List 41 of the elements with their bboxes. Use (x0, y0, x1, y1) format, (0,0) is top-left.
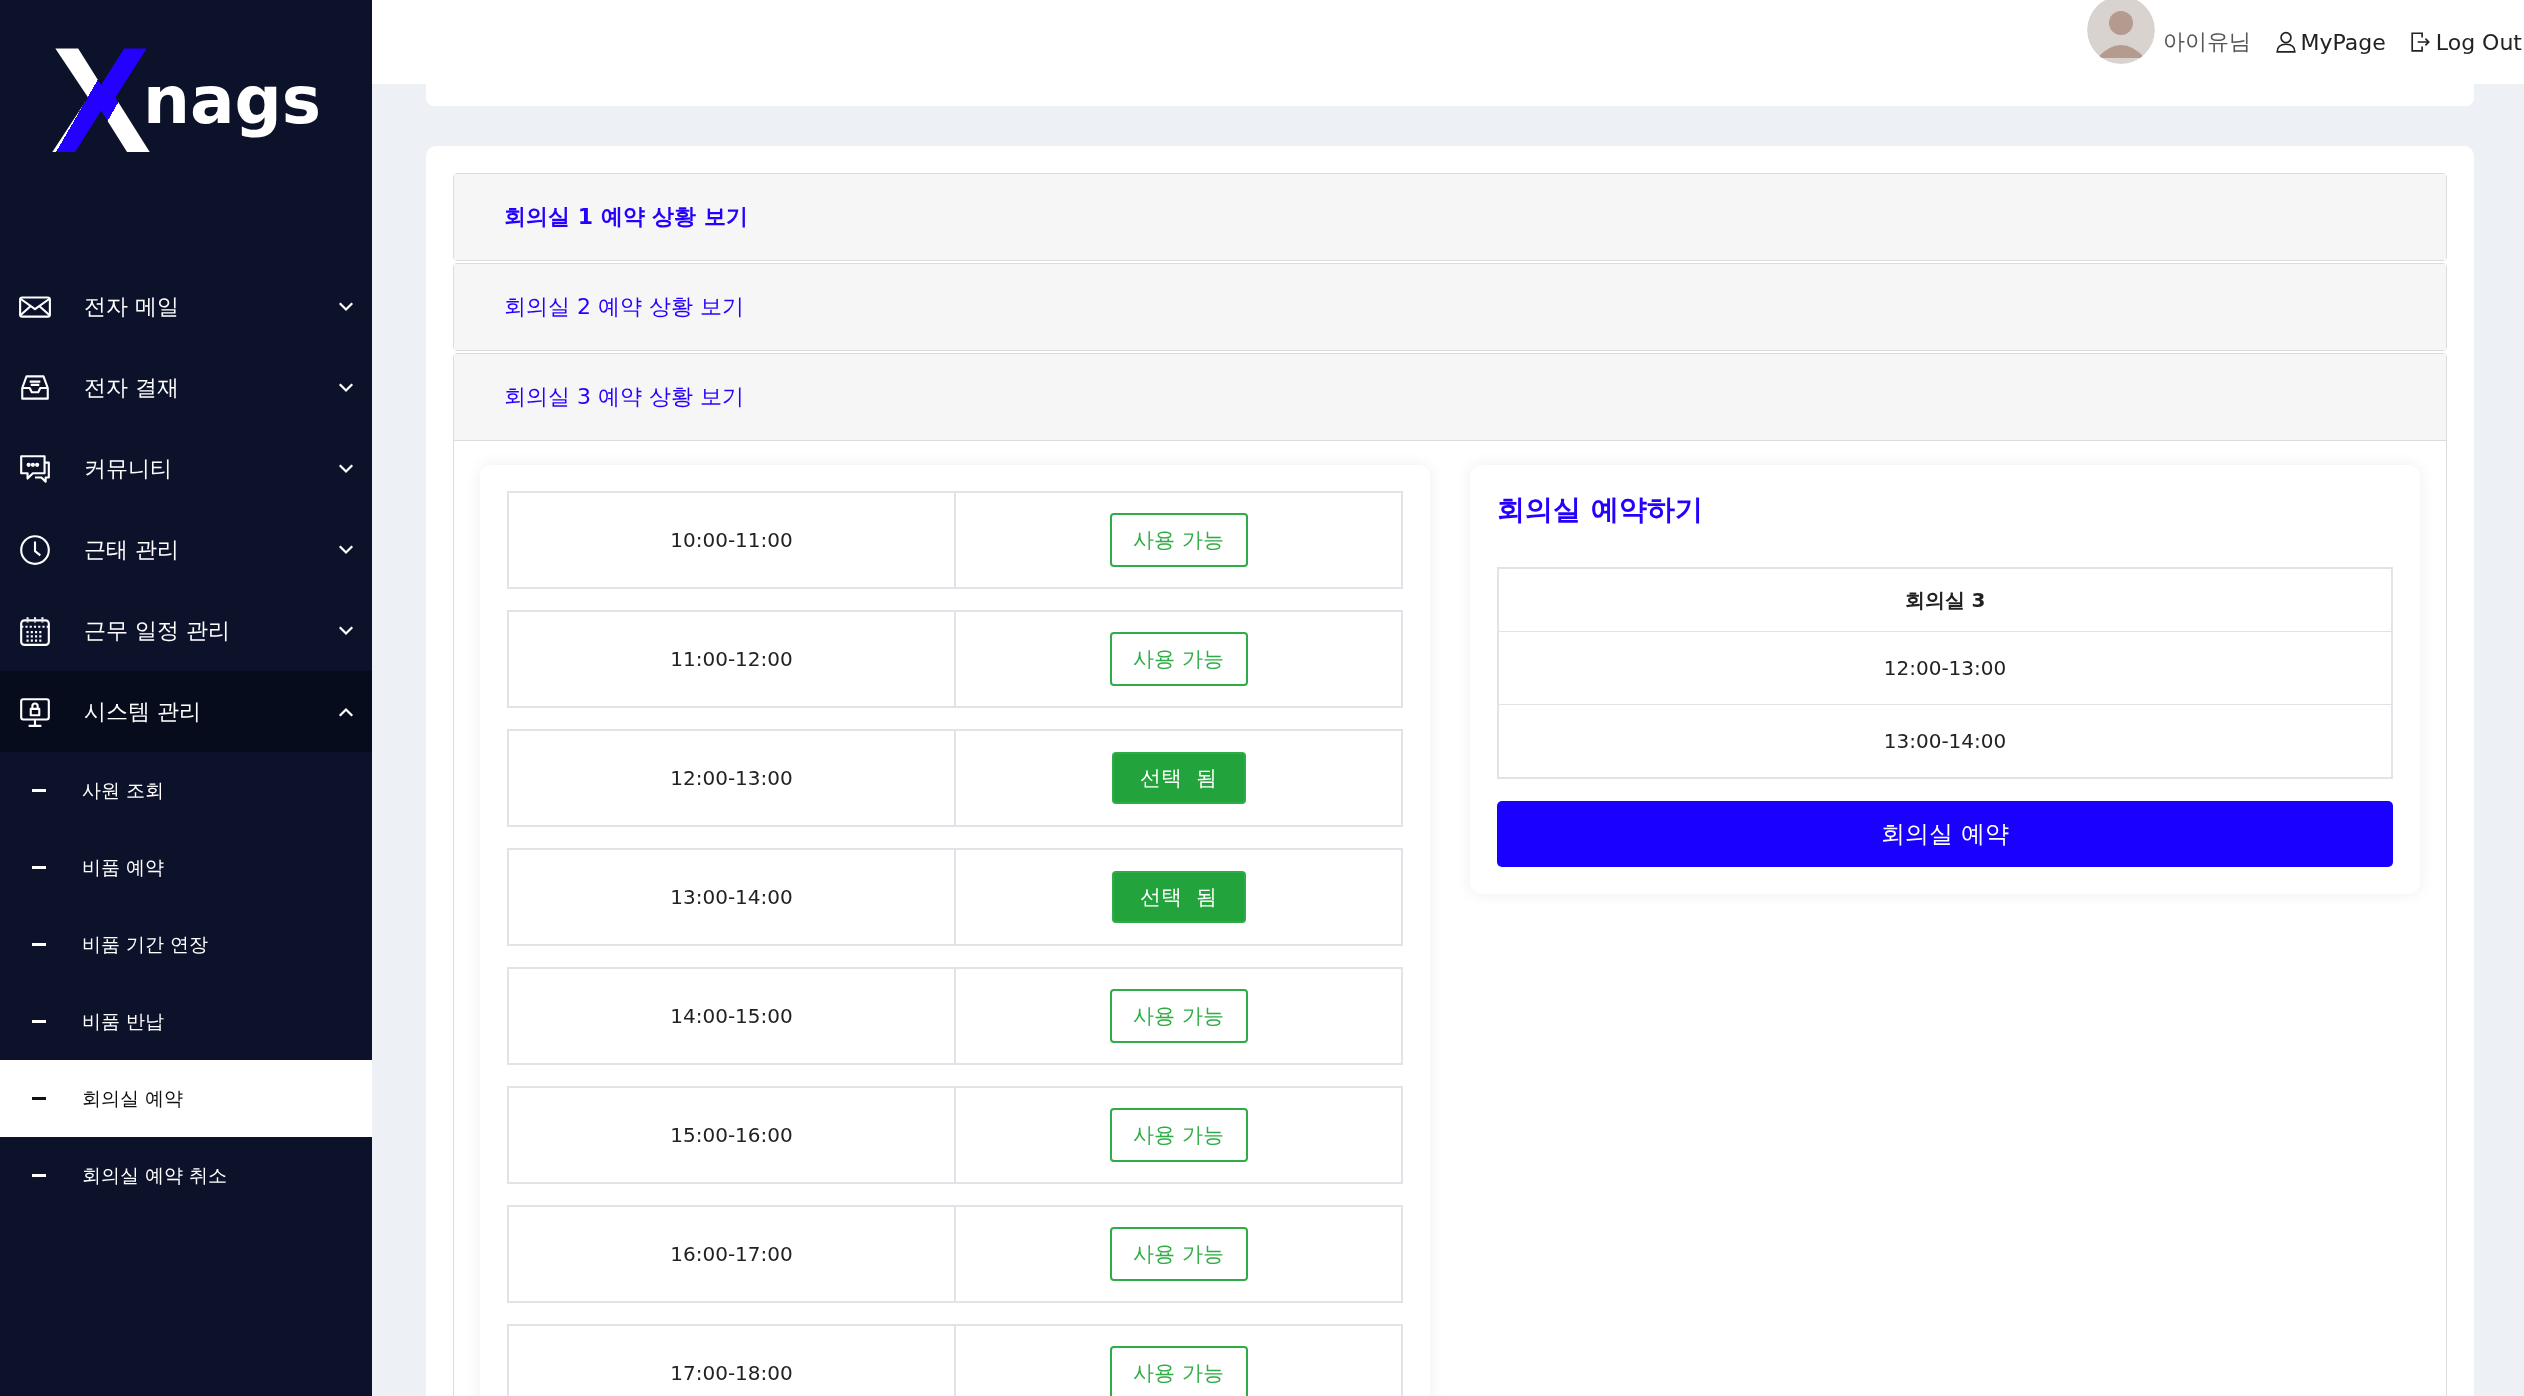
clock-icon (18, 532, 52, 567)
time-cell: 12:00-13:00 (509, 731, 956, 825)
chevron-icon (338, 463, 354, 474)
submenu-item[interactable]: 비품 기간 연장 (0, 906, 372, 983)
menu-item[interactable]: 시스템 관리 (0, 671, 372, 752)
submenu-item[interactable]: 회의실 예약 취소 (0, 1137, 372, 1214)
menu-item[interactable]: 근태 관리 (0, 509, 372, 590)
time-cell: 14:00-15:00 (509, 969, 956, 1063)
chevron-icon (338, 382, 354, 393)
mypage-link[interactable]: MyPage (2274, 29, 2386, 55)
menu-item[interactable]: 전자 결재 (0, 347, 372, 428)
time-cell: 10:00-11:00 (509, 493, 956, 587)
submenu-item[interactable]: 비품 예약 (0, 829, 372, 906)
menu-item[interactable]: 커뮤니티 (0, 428, 372, 509)
avatar (2086, 0, 2155, 64)
chevron-icon (338, 625, 354, 636)
menu-item[interactable]: 근무 일정 관리 (0, 590, 372, 671)
time-cell: 12:00-13:00 (1499, 631, 2391, 704)
time-cell: 13:00-14:00 (1499, 704, 2391, 777)
chevron-icon (338, 301, 354, 312)
time-cell: 11:00-12:00 (509, 612, 956, 706)
logout-icon (2409, 31, 2432, 53)
accordion-header[interactable]: 회의실 3 예약 상황 보기 (454, 354, 2446, 441)
accordion-header[interactable]: 회의실 1 예약 상황 보기 (454, 174, 2446, 260)
user-name: 아이유님 (2162, 28, 2251, 56)
user-icon (2274, 31, 2297, 53)
chevron-icon (338, 544, 354, 555)
submenu-item[interactable]: 비품 반납 (0, 983, 372, 1060)
time-cell: 15:00-16:00 (509, 1088, 956, 1182)
submenu-item[interactable]: 사원 조회 (0, 752, 372, 829)
time-cell: 16:00-17:00 (509, 1207, 956, 1301)
logout-link[interactable]: Log Out (2409, 29, 2522, 55)
reserve-button[interactable]: 회의실 예약 (1497, 801, 2393, 867)
time-cell: 13:00-14:00 (509, 850, 956, 944)
submenu-item[interactable]: 회의실 예약 (0, 1060, 372, 1137)
booking-title: 회의실 예약하기 (1497, 492, 1704, 528)
room-cell-text: 회의실 3 (1903, 586, 1987, 614)
menu-item[interactable]: 전자 메일 (0, 266, 372, 347)
time-cell: 17:00-18:00 (509, 1326, 956, 1396)
chevron-icon (338, 706, 354, 717)
accordion-header[interactable]: 회의실 2 예약 상황 보기 (454, 264, 2446, 350)
